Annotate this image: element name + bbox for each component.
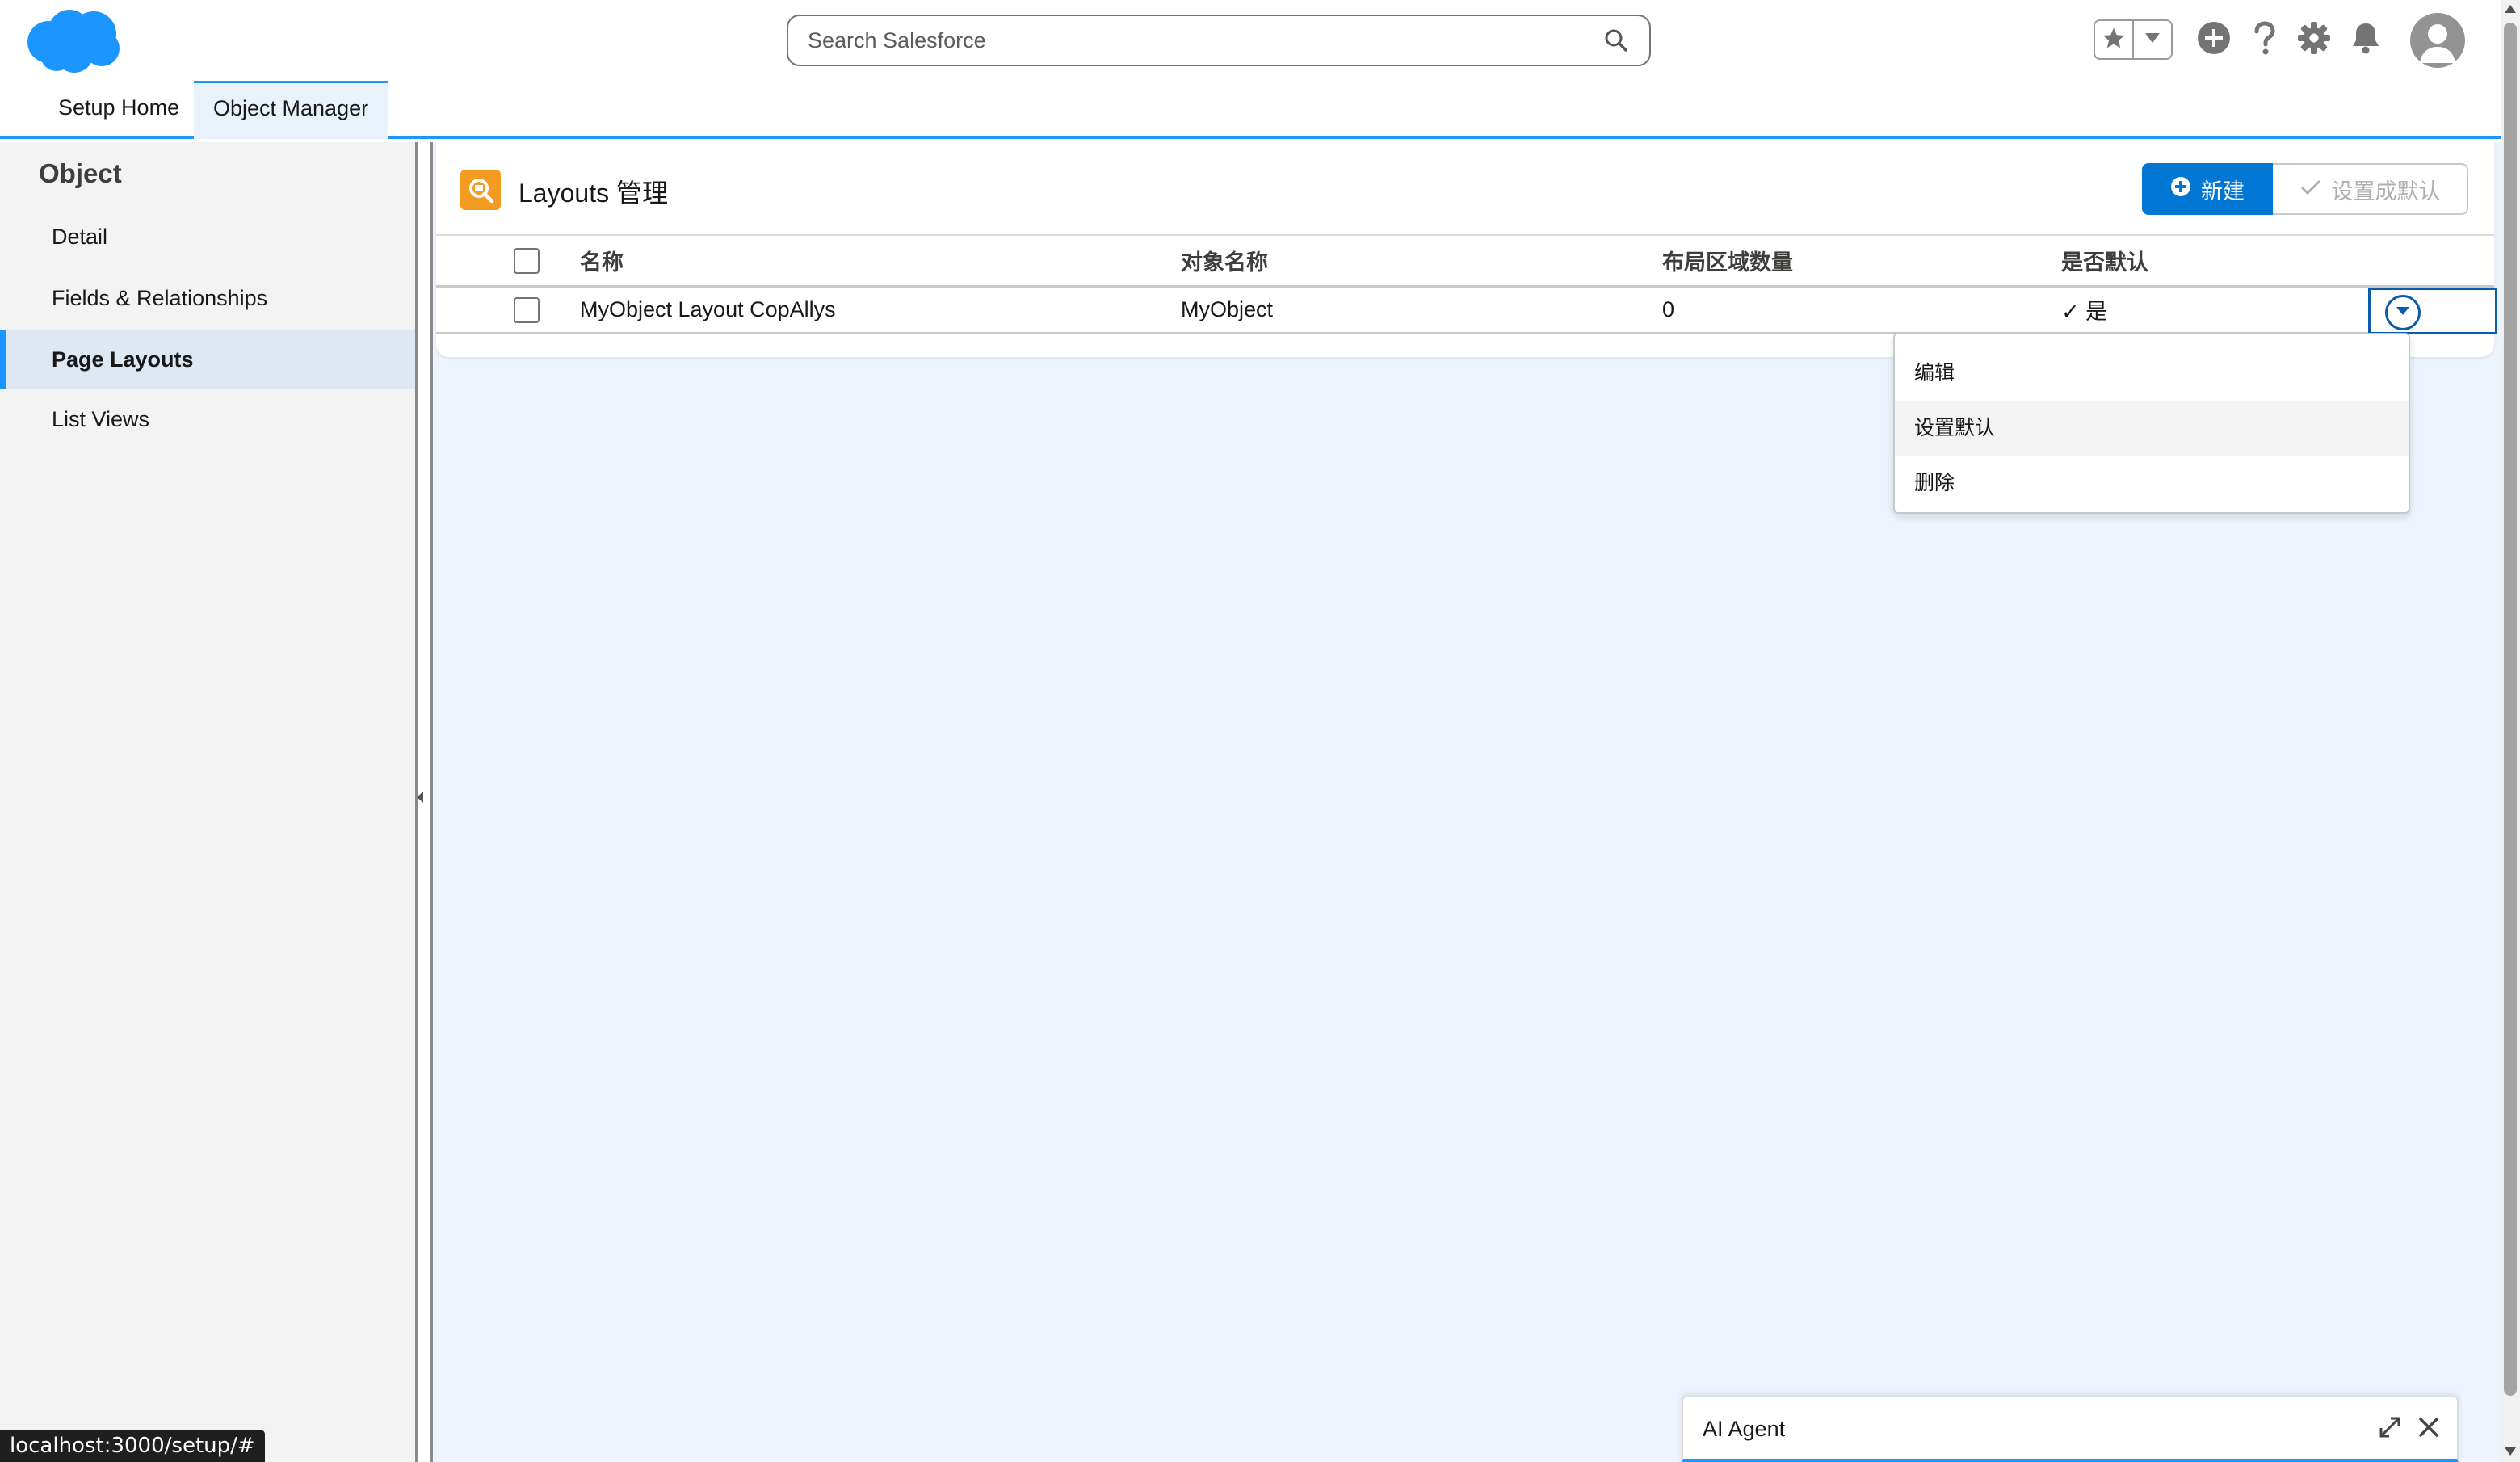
- sidebar-item-detail[interactable]: Detail: [0, 207, 415, 267]
- global-search[interactable]: [787, 15, 1651, 66]
- menu-item-edit[interactable]: 编辑: [1895, 346, 2409, 401]
- sidebar-item-page-layouts[interactable]: Page Layouts: [0, 330, 415, 389]
- user-avatar[interactable]: [2410, 13, 2465, 68]
- scroll-down-icon[interactable]: [2505, 1447, 2516, 1456]
- favorites-list-button[interactable]: [2132, 21, 2171, 58]
- favorites-button-group: [2094, 19, 2173, 60]
- salesforce-cloud-logo[interactable]: [24, 6, 121, 74]
- setup-button[interactable]: [2295, 21, 2333, 58]
- row-is-default: ✓ 是: [2061, 300, 2108, 324]
- sidebar-title: Object: [39, 158, 122, 188]
- row-actions-menu: 编辑 设置默认 删除: [1893, 333, 2410, 514]
- new-layout-button[interactable]: 新建: [2142, 163, 2273, 215]
- collapse-left-icon: [417, 792, 423, 803]
- chevron-down-icon: [2143, 30, 2162, 50]
- bell-icon: [2350, 21, 2382, 59]
- column-header-is-default[interactable]: 是否默认: [2061, 236, 2148, 285]
- layout-object-icon: [460, 170, 501, 210]
- star-icon: [2102, 26, 2126, 54]
- new-button-label: 新建: [2201, 179, 2245, 204]
- global-header: [0, 0, 2501, 81]
- row-actions-dropdown-button[interactable]: [2385, 295, 2421, 330]
- chevron-down-icon: [2396, 305, 2410, 321]
- tab-setup-home[interactable]: Setup Home: [39, 81, 199, 139]
- scroll-thumb[interactable]: [2504, 23, 2517, 1396]
- sidebar-item-fields-relationships[interactable]: Fields & Relationships: [0, 268, 415, 328]
- setup-tab-bar: Setup Home Object Manager: [0, 81, 2501, 139]
- help-icon: [2248, 20, 2280, 60]
- select-all-checkbox[interactable]: [514, 247, 540, 274]
- plus-circle-icon: [2197, 21, 2231, 59]
- expand-icon[interactable]: [2378, 1415, 2402, 1443]
- page-title: Layouts 管理: [519, 179, 668, 208]
- column-header-section-count[interactable]: 布局区域数量: [1662, 236, 1793, 285]
- plus-circle-icon: [2170, 176, 2191, 203]
- sidebar-item-list-views[interactable]: List Views: [0, 389, 415, 449]
- notifications-button[interactable]: [2347, 21, 2384, 58]
- search-input[interactable]: [808, 27, 1602, 53]
- close-icon[interactable]: [2417, 1415, 2441, 1443]
- menu-item-delete[interactable]: 删除: [1895, 456, 2409, 510]
- select-all-checkbox-cell: [514, 236, 540, 285]
- ai-agent-panel[interactable]: AI Agent: [1682, 1396, 2459, 1462]
- row-checkbox-cell: [514, 288, 540, 332]
- scroll-up-icon[interactable]: [2505, 5, 2516, 13]
- tab-object-manager[interactable]: Object Manager: [194, 81, 388, 139]
- object-sidebar: Object Detail Fields & Relationships Pag…: [0, 142, 415, 1462]
- ai-agent-label: AI Agent: [1703, 1417, 1786, 1441]
- search-icon[interactable]: [1602, 27, 1630, 54]
- column-header-name[interactable]: 名称: [580, 236, 624, 285]
- row-actions-cell: [2368, 288, 2497, 334]
- browser-status-url: localhost:3000/setup/#: [0, 1430, 265, 1462]
- global-actions-button[interactable]: [2195, 21, 2232, 58]
- row-layout-name: MyObject Layout CopAllys: [580, 297, 836, 321]
- set-as-default-button[interactable]: 设置成默认: [2273, 163, 2468, 215]
- row-section-count: 0: [1662, 297, 1675, 321]
- row-checkbox[interactable]: [514, 296, 540, 323]
- set-default-button-label: 设置成默认: [2331, 179, 2441, 204]
- menu-item-set-default[interactable]: 设置默认: [1895, 401, 2409, 456]
- help-button[interactable]: [2245, 20, 2283, 60]
- table-row: MyObject Layout CopAllys MyObject 0 ✓ 是: [436, 288, 2494, 334]
- gear-icon: [2297, 21, 2331, 59]
- card-header: Layouts 管理 新建 设置成默认: [436, 142, 2494, 236]
- favorites-button[interactable]: [2095, 21, 2132, 58]
- check-icon: [2300, 177, 2322, 202]
- column-header-object-name[interactable]: 对象名称: [1181, 236, 1268, 285]
- table-header: 名称 对象名称 布局区域数量 是否默认: [436, 236, 2494, 288]
- page-scrollbar[interactable]: [2501, 0, 2520, 1462]
- row-object-name: MyObject: [1181, 297, 1274, 321]
- layouts-card: Layouts 管理 新建 设置成默认 名称 对象名称 布局区域数量 是否默认: [436, 142, 2497, 357]
- user-avatar-icon: [2410, 24, 2465, 68]
